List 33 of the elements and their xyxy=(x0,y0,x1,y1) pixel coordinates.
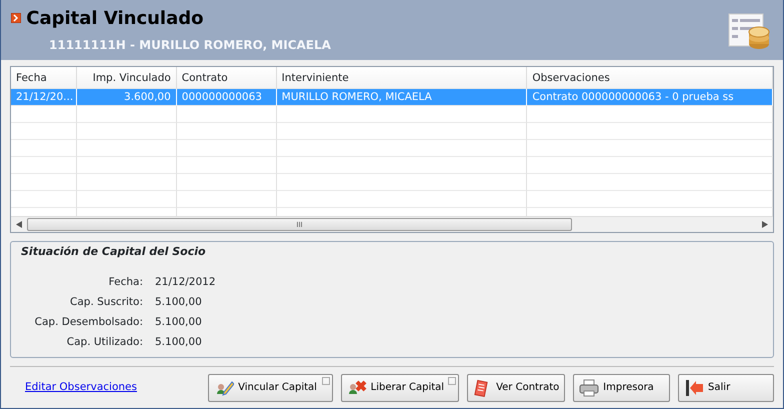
table-cell: Contrato 000000000063 - 0 prueba ss xyxy=(527,89,773,106)
empty-cell xyxy=(11,157,77,174)
empty-cell xyxy=(11,174,77,191)
table-cell: MURILLO ROMERO, MICAELA xyxy=(276,89,528,106)
scroll-left-icon[interactable] xyxy=(16,220,22,228)
field-label: Cap. Utilizado: xyxy=(66,334,143,348)
empty-cell xyxy=(11,106,77,123)
field-value: 5.100,00 xyxy=(155,314,202,328)
field-label: Cap. Desembolsado: xyxy=(34,314,143,328)
table-cell: 000000000063 xyxy=(176,89,277,106)
toolbar-button[interactable]: Salir xyxy=(678,374,774,402)
toolbar-button[interactable]: Vincular Capital xyxy=(208,374,333,402)
window-title: Capital Vinculado xyxy=(26,8,204,30)
printer-icon xyxy=(579,378,600,398)
edit-link[interactable]: Editar Observaciones xyxy=(25,380,137,396)
toolbar-button[interactable]: Ver Contrato xyxy=(467,374,566,402)
subtitle: 11111111H - MURILLO ROMERO, MICAELA xyxy=(49,37,331,54)
field-value: 5.100,00 xyxy=(155,334,202,348)
field-value: 5.100,00 xyxy=(155,294,202,308)
empty-cell xyxy=(11,140,77,157)
empty-cell xyxy=(11,123,77,140)
arrow-icon xyxy=(11,13,21,24)
table-cell: 21/12/20... xyxy=(11,89,77,106)
toolbar-button[interactable]: Liberar Capital xyxy=(340,374,460,402)
panel-title: Situación de Capital del Socio xyxy=(21,244,207,260)
toolbar-button[interactable]: Impresora xyxy=(573,374,670,402)
field-label: Fecha: xyxy=(108,274,143,288)
table-cell: 3.600,00 xyxy=(76,89,177,106)
field-label: Cap. Suscrito: xyxy=(69,294,143,308)
scroll-right-icon[interactable] xyxy=(762,220,768,228)
field-value: 21/12/2012 xyxy=(155,274,216,288)
exit-icon xyxy=(684,378,704,398)
empty-cell xyxy=(11,191,77,208)
